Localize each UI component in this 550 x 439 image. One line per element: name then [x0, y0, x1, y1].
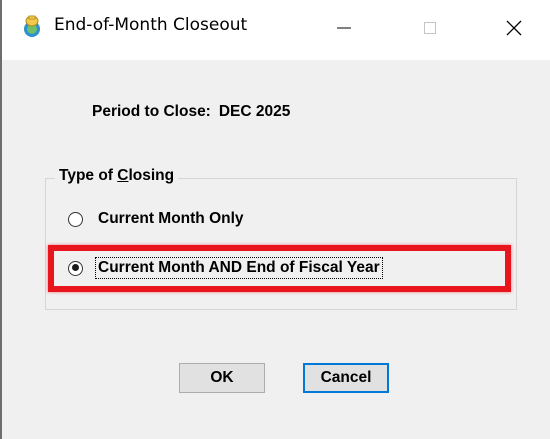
minimize-button[interactable] [314, 0, 374, 56]
close-icon [506, 20, 522, 36]
radio-current-month-only[interactable]: Current Month Only [68, 209, 246, 229]
cancel-button[interactable]: Cancel [303, 363, 389, 393]
group-title: Type of Closing [55, 167, 179, 185]
type-of-closing-group [45, 178, 517, 310]
period-to-close: Period to Close: DEC 2025 [92, 103, 290, 121]
group-title-suffix: losing [128, 167, 175, 184]
radio-button-selected[interactable] [68, 260, 83, 276]
closeout-dialog: End-of-Month Closeout Period to Close: DE… [0, 0, 550, 439]
period-label: Period to Close: [92, 103, 211, 120]
app-icon [22, 14, 42, 38]
ok-button[interactable]: OK [179, 363, 265, 393]
minimize-icon [337, 27, 351, 29]
close-button[interactable] [484, 0, 544, 56]
group-title-prefix: Type of [59, 167, 118, 184]
radio-current-month-and-fiscal-year[interactable]: Current Month AND End of Fiscal Year [68, 257, 383, 279]
maximize-button[interactable] [400, 0, 460, 56]
title-bar: End-of-Month Closeout [2, 0, 550, 60]
radio-button[interactable] [68, 211, 83, 227]
window-title: End-of-Month Closeout [54, 15, 248, 35]
radio-label: Current Month AND End of Fiscal Year [95, 257, 383, 279]
maximize-icon [424, 22, 436, 34]
group-title-accesskey: C [117, 167, 129, 184]
radio-label: Current Month Only [98, 210, 244, 227]
period-value: DEC 2025 [218, 103, 291, 120]
